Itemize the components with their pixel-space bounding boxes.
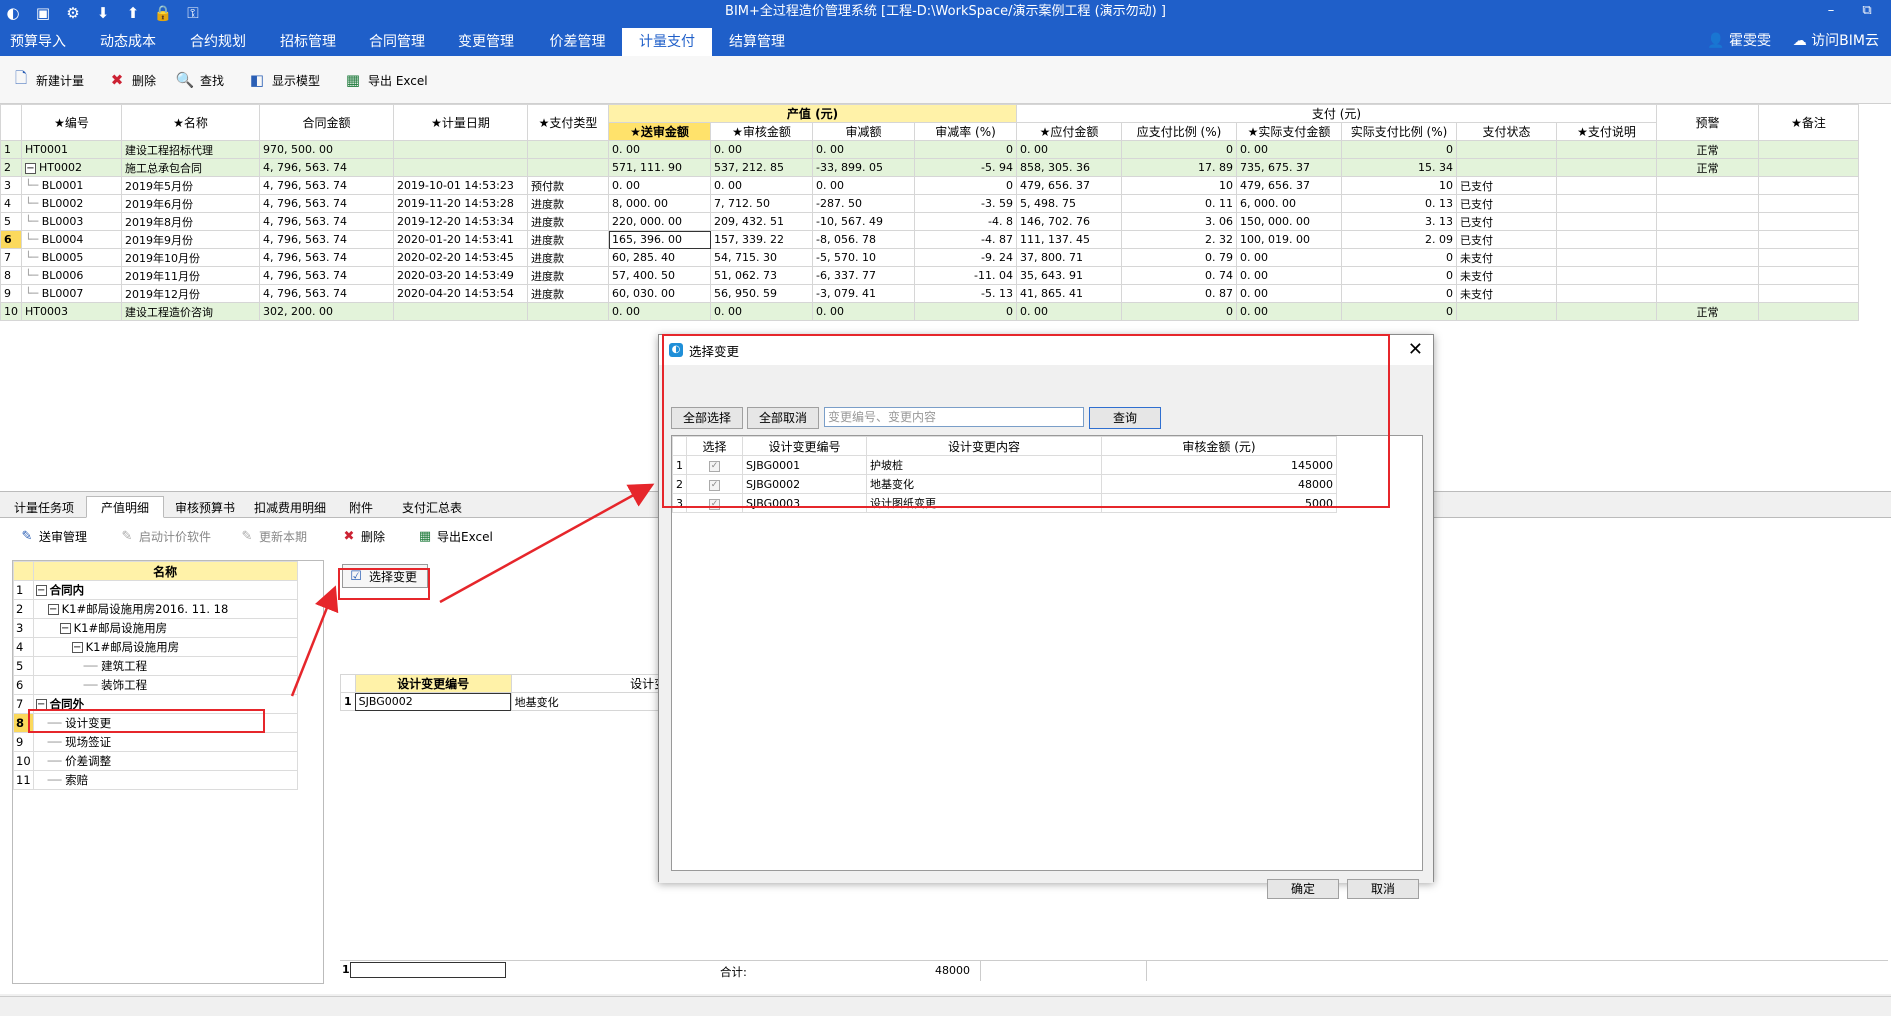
- dialog-close-icon[interactable]: ✕: [1408, 339, 1423, 360]
- arrow-to-dialog: [439, 483, 655, 604]
- arrow-to-select-button: [290, 585, 339, 697]
- dialog-ok-button[interactable]: 确定: [1267, 879, 1339, 899]
- dialog-cancel-button[interactable]: 取消: [1347, 879, 1419, 899]
- annotation-box-dialog-grid: [662, 334, 1390, 508]
